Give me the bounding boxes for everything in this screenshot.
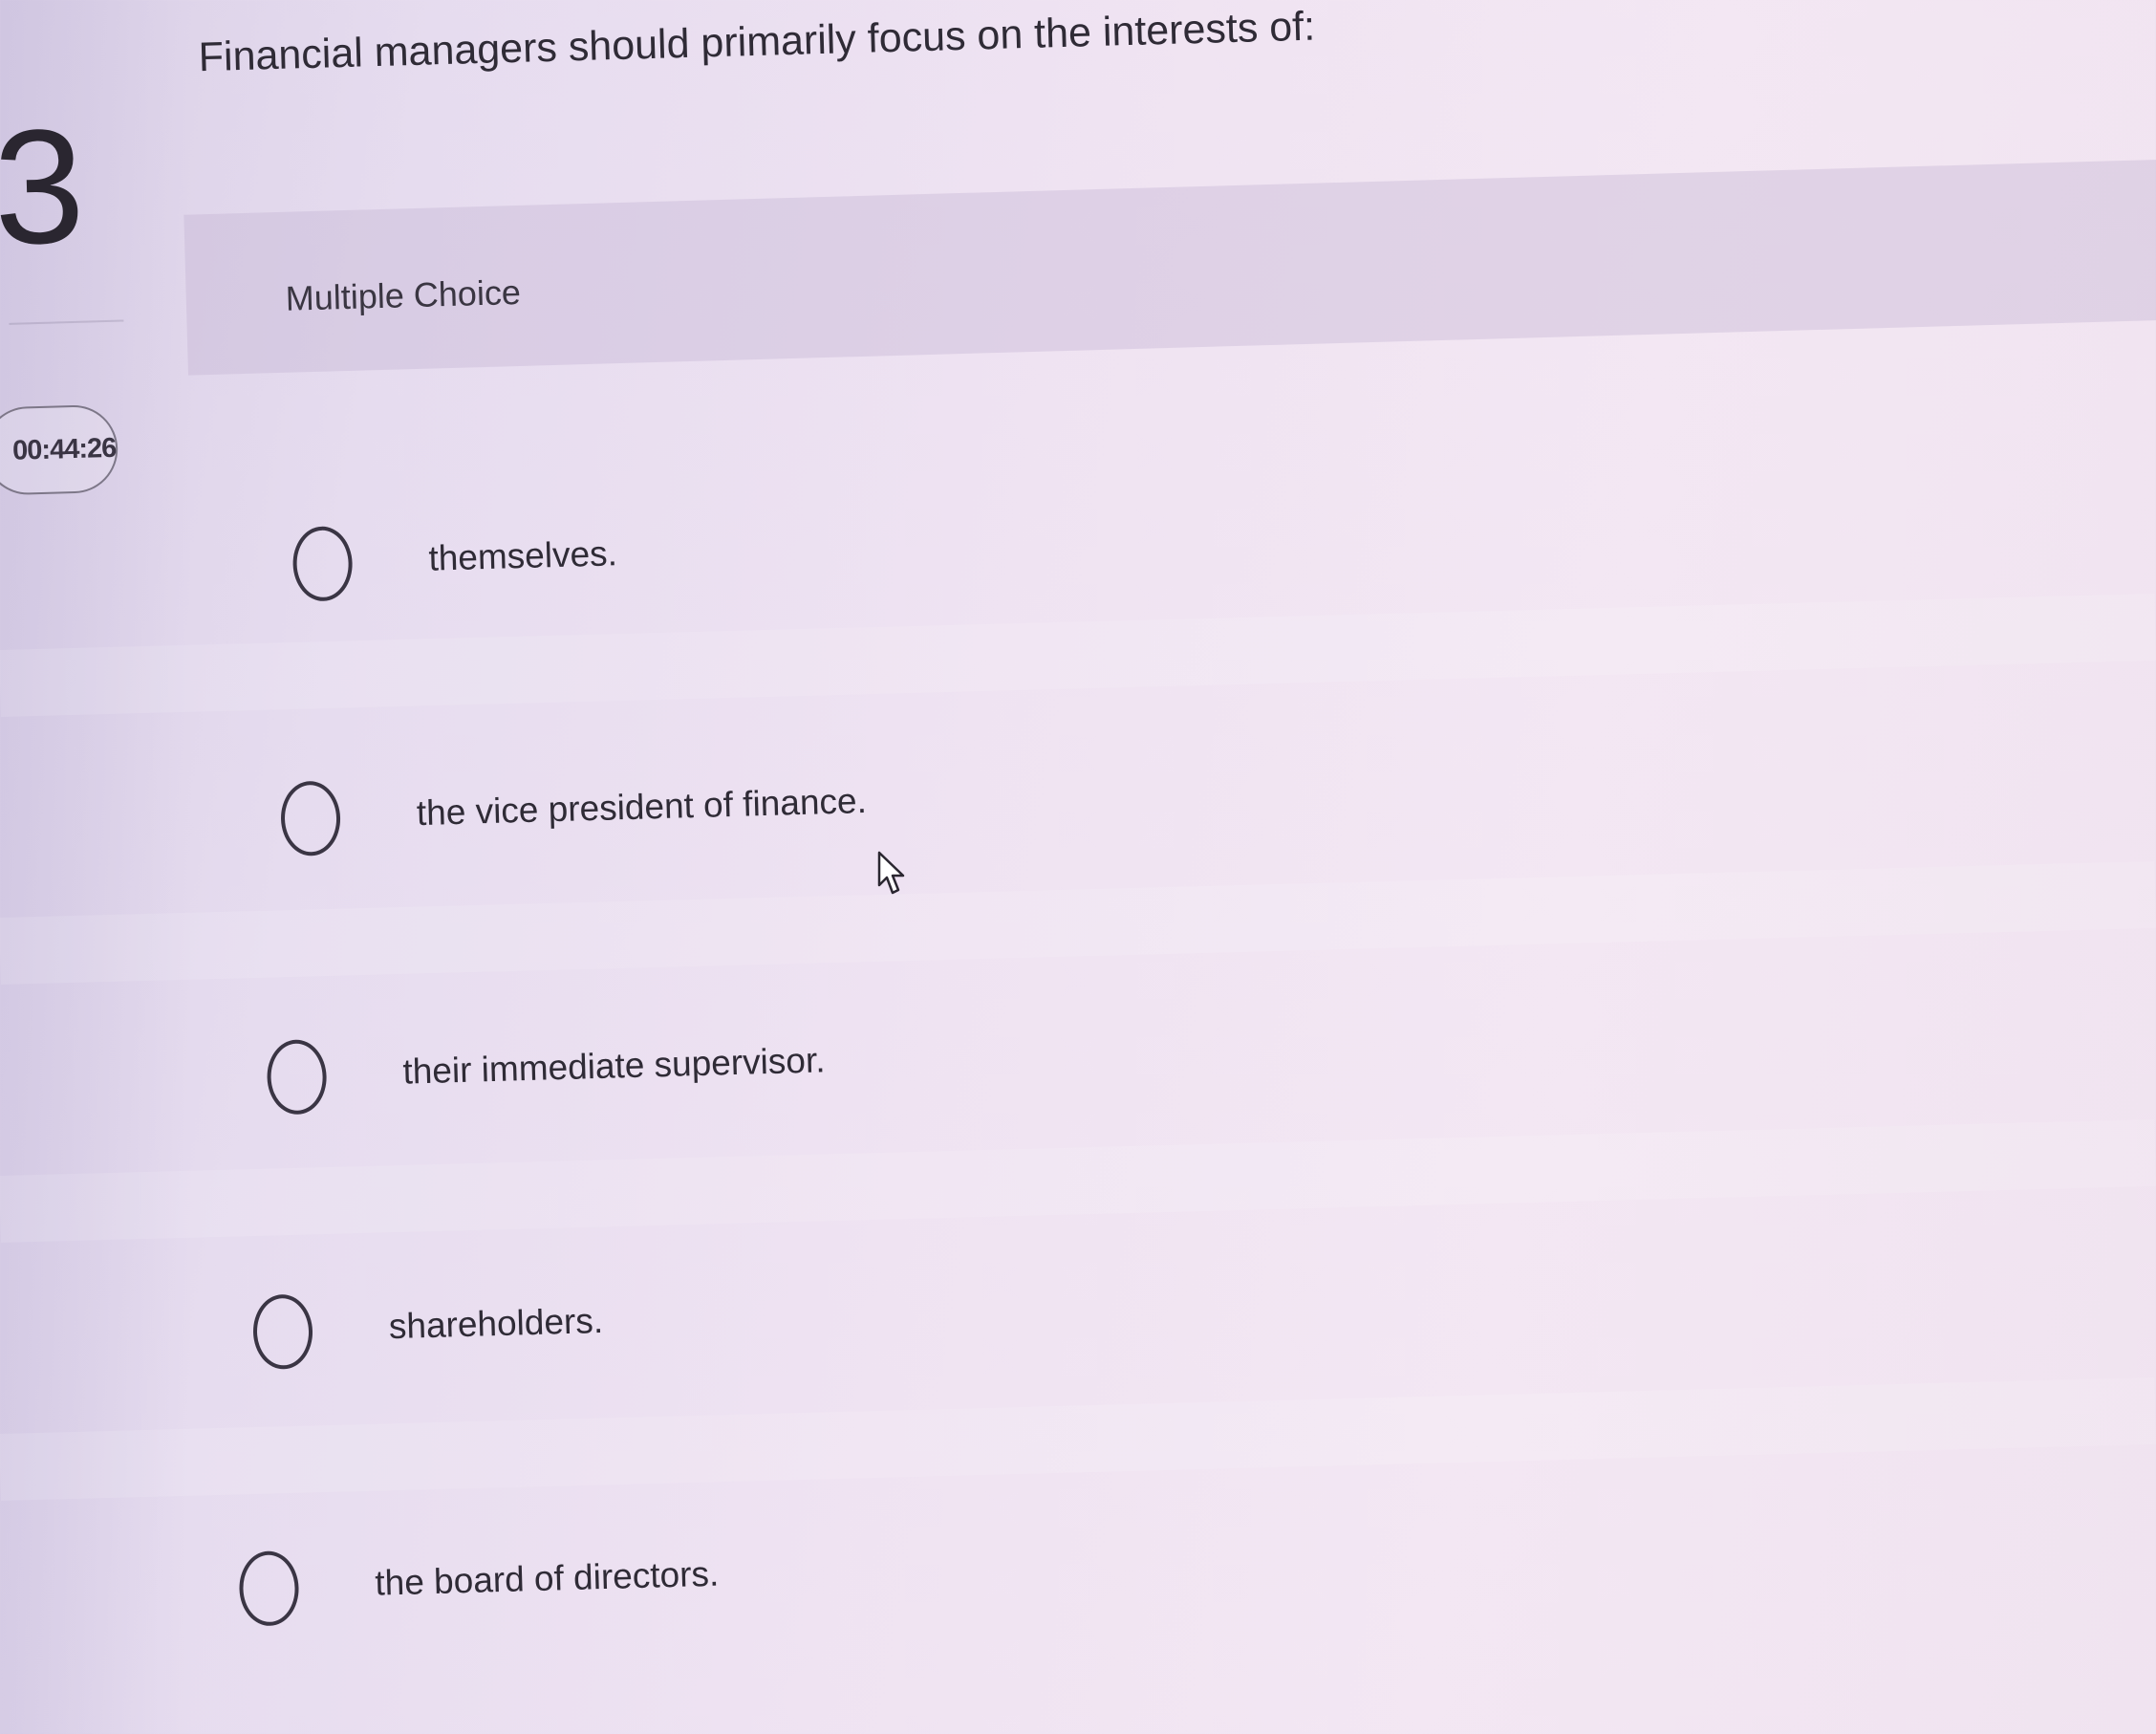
question-text: Financial managers should primarily focu…: [198, 3, 1316, 81]
radio-button-icon[interactable]: [266, 1038, 328, 1116]
mouse-pointer-icon: [877, 851, 905, 895]
answer-option-label[interactable]: the board of directors.: [375, 1554, 720, 1604]
answer-option-label[interactable]: their immediate supervisor.: [402, 1040, 826, 1092]
answer-option-label[interactable]: shareholders.: [388, 1301, 603, 1347]
radio-button-icon[interactable]: [251, 1293, 314, 1371]
timer-badge: 00:44:26: [0, 403, 119, 496]
question-number-divider: [9, 319, 124, 325]
timer-value: 00:44:26: [11, 432, 117, 466]
radio-button-icon[interactable]: [291, 525, 354, 602]
answer-option-3[interactable]: their immediate supervisor.: [266, 1004, 1606, 1127]
radio-button-icon[interactable]: [279, 780, 342, 857]
answer-option-4[interactable]: shareholders.: [251, 1258, 1592, 1381]
answer-option-label[interactable]: themselves.: [428, 533, 618, 578]
question-number: 3: [0, 95, 87, 280]
answer-option-1[interactable]: themselves.: [291, 490, 1632, 614]
question-type-band: [183, 158, 2156, 376]
radio-button-icon[interactable]: [238, 1550, 300, 1627]
answer-option-5[interactable]: the board of directors.: [238, 1515, 1578, 1638]
answer-option-label[interactable]: the vice president of finance.: [416, 781, 867, 834]
question-type-label: Multiple Choice: [285, 271, 522, 318]
question-page: 3 Financial managers should primarily fo…: [0, 0, 2156, 1733]
answer-option-2[interactable]: the vice president of finance.: [279, 745, 1620, 868]
